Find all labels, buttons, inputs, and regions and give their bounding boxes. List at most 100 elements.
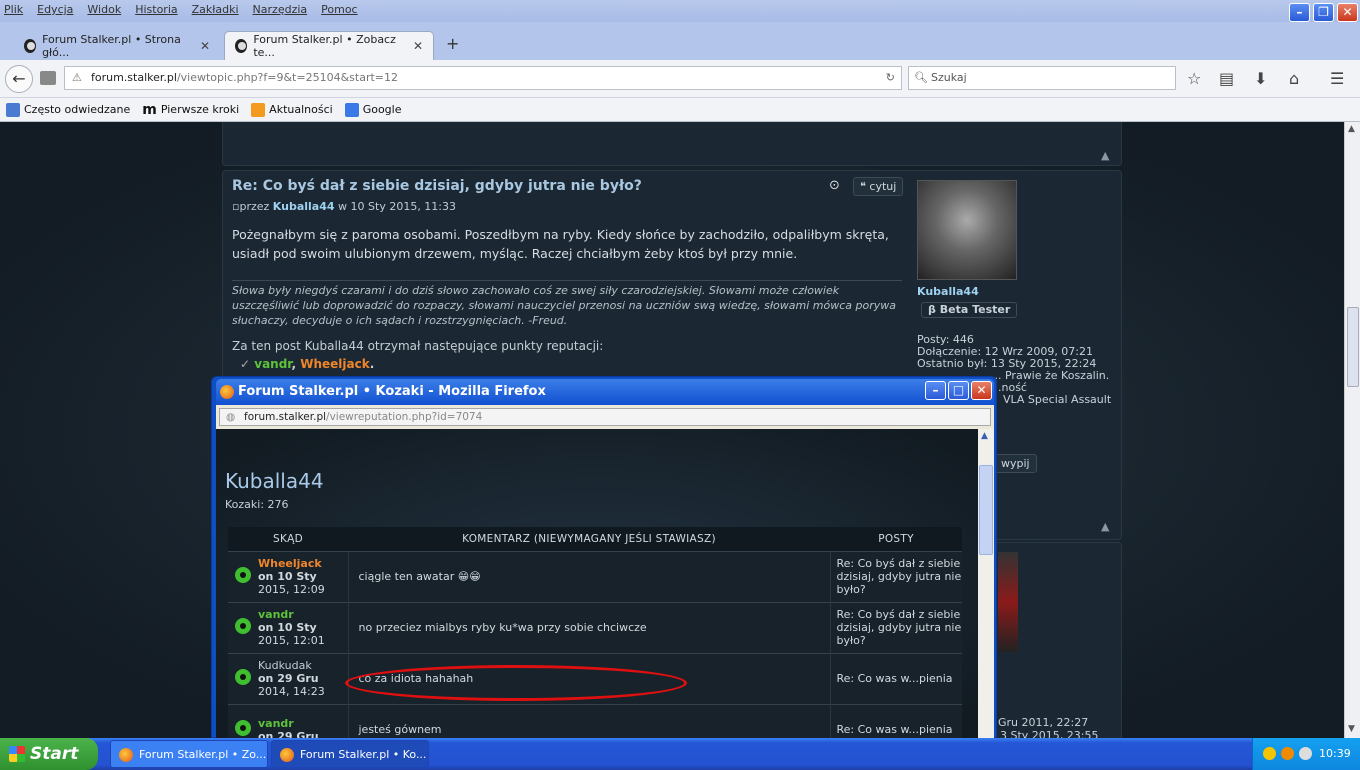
- page-scrollbar[interactable]: ▲ ▼: [1344, 122, 1360, 738]
- row-user-link[interactable]: Wheeljack: [258, 557, 348, 570]
- next-join-date: Gru 2011, 22:27: [998, 716, 1089, 729]
- popup-titlebar: Forum Stalker.pl • Kozaki - Mozilla Fire…: [216, 379, 994, 405]
- row-post-link[interactable]: Re: Co was w...pienia: [830, 703, 962, 739]
- system-tray: 10:39: [1252, 738, 1360, 770]
- wypij-button[interactable]: wypij: [994, 454, 1037, 473]
- report-icon[interactable]: ⊙: [829, 178, 840, 193]
- rep-user-link[interactable]: Wheeljack: [300, 357, 369, 371]
- red-highlight-ellipse: [345, 665, 687, 701]
- row-user-link[interactable]: vandr: [258, 717, 348, 730]
- url-host: forum.stalker.pl: [91, 71, 177, 84]
- hamburger-menu-icon[interactable]: ☰: [1330, 69, 1344, 88]
- header-skad: SKĄD: [228, 527, 348, 551]
- table-row: vandr on 10 Sty 2015, 12:01 no przeciez mi…: [228, 601, 962, 653]
- maximize-button[interactable]: ❐: [1313, 3, 1334, 22]
- kozaki-count: Kozaki: 276: [225, 498, 289, 511]
- thumb-icon: ✓: [240, 357, 251, 371]
- row-comment: no przeciez mialbys ryby ku*wa przy sobi…: [348, 601, 831, 653]
- search-input[interactable]: 🔍︎ Szukaj: [908, 66, 1176, 90]
- tab-zobacz-temat[interactable]: Forum Stalker.pl • Zobacz te... ✕: [224, 31, 434, 60]
- radiation-favicon-icon: [235, 39, 248, 53]
- menu-plik[interactable]: Plik: [4, 3, 23, 16]
- reputation-table: SKĄD KOMENTARZ (NIEWYMAGANY JEŚLI STAWIA…: [228, 527, 962, 739]
- popup-scrollbar[interactable]: ▲: [978, 429, 994, 739]
- rep-user-link[interactable]: vandr: [254, 357, 291, 371]
- menu-pomoc[interactable]: Pomoc: [321, 3, 357, 16]
- radiation-favicon-icon: [24, 38, 37, 53]
- quote-button[interactable]: ❝ cytuj: [853, 177, 904, 196]
- radiation-icon: [235, 618, 251, 634]
- row-comment: jesteś gównem: [348, 703, 831, 739]
- minimize-button[interactable]: –: [1289, 3, 1310, 22]
- menu-zakladki[interactable]: Zakładki: [192, 3, 239, 16]
- popup-scrollbar-thumb[interactable]: [979, 465, 993, 555]
- tab-strip: Forum Stalker.pl • Strona głó... ✕ Forum…: [0, 22, 1360, 60]
- post-body: Pożegnałbym się z paroma osobami. Poszed…: [232, 227, 889, 261]
- history-icon[interactable]: [40, 71, 56, 85]
- row-user-link[interactable]: Kudkudak: [258, 659, 348, 672]
- close-tab-icon[interactable]: ✕: [200, 39, 210, 53]
- close-window-button[interactable]: ✕: [1337, 3, 1358, 22]
- rss-icon: [251, 102, 266, 117]
- post-author-link[interactable]: Kuballa44: [273, 200, 335, 213]
- popup-minimize-button[interactable]: –: [925, 381, 946, 400]
- tab-strona-glowna[interactable]: Forum Stalker.pl • Strona głó... ✕: [14, 31, 220, 60]
- google-icon: [344, 102, 359, 117]
- search-placeholder: Szukaj: [931, 71, 967, 84]
- volume-icon[interactable]: [1299, 747, 1312, 760]
- table-row: Wheeljack on 10 Sty 2015, 12:09 ciągle ten…: [228, 550, 962, 602]
- taskbar: Start Forum Stalker.pl • Zo... Forum Sta…: [0, 738, 1360, 770]
- bookmark-pierwsze-kroki[interactable]: m Pierwsze kroki: [142, 102, 239, 118]
- home-icon[interactable]: ⌂: [1289, 69, 1299, 88]
- taskbar-item-zobacz[interactable]: Forum Stalker.pl • Zo...: [110, 740, 268, 768]
- nav-bar: ← ⚠ forum.stalker.pl/viewtopic.php?f=9&t…: [0, 60, 1360, 98]
- header-komentarz: KOMENTARZ (NIEWYMAGANY JEŚLI STAWIASZ): [348, 527, 830, 551]
- bookmark-google[interactable]: Google: [344, 102, 401, 117]
- popup-close-button[interactable]: ✕: [971, 381, 992, 400]
- new-tab-icon[interactable]: +: [446, 34, 459, 53]
- reputation-text: Za ten post Kuballa44 otrzymał następują…: [232, 339, 604, 353]
- avast-icon[interactable]: [1281, 747, 1294, 760]
- menu-narzedzia[interactable]: Narzędzia: [253, 3, 308, 16]
- post-meta: ▫przez Kuballa44 w 10 Sty 2015, 11:33: [232, 200, 457, 213]
- bookmark-czesto-odwiedzane[interactable]: Często odwiedzane: [6, 102, 130, 117]
- menu-historia[interactable]: Historia: [135, 3, 177, 16]
- scroll-top-icon[interactable]: ▲: [1101, 520, 1109, 533]
- bookmark-star-icon[interactable]: ☆: [1187, 69, 1201, 88]
- close-tab-icon[interactable]: ✕: [413, 39, 423, 53]
- popup-url-bar: ◍ forum.stalker.pl/viewreputation.php?id…: [216, 405, 994, 429]
- tab-label: Forum Stalker.pl • Zobacz te...: [253, 33, 396, 59]
- row-post-link[interactable]: Re: Co byś dał z siebie dzisiaj, gdyby j…: [830, 550, 962, 602]
- downloads-icon[interactable]: ⬇: [1254, 69, 1267, 88]
- reload-icon[interactable]: ↻: [886, 67, 895, 89]
- avatar[interactable]: [917, 180, 1017, 280]
- reputation-popup-window: Forum Stalker.pl • Kozaki - Mozilla Fire…: [211, 376, 997, 739]
- popup-url-host: forum.stalker.pl: [244, 411, 327, 423]
- back-button[interactable]: ←: [5, 65, 33, 93]
- row-post-link[interactable]: Re: Co byś dał z siebie dzisiaj, gdyby j…: [830, 601, 962, 653]
- popup-maximize-button[interactable]: □: [948, 381, 969, 400]
- warning-icon: ⚠: [72, 71, 82, 84]
- bookmarks-list-icon[interactable]: ▤: [1219, 69, 1234, 88]
- post-title[interactable]: Re: Co byś dał z siebie dzisiaj, gdyby j…: [232, 178, 642, 194]
- menu-widok[interactable]: Widok: [87, 3, 121, 16]
- bookmark-aktualnosci[interactable]: Aktualności: [251, 102, 333, 117]
- tab-label: Forum Stalker.pl • Strona głó...: [42, 32, 181, 59]
- rank-badge: β Beta Tester: [921, 302, 1018, 318]
- taskbar-item-kozaki[interactable]: Forum Stalker.pl • Ko...: [271, 740, 429, 768]
- browser-titlebar: Plik Edycja Widok Historia Zakładki Narz…: [0, 0, 1360, 22]
- folder-icon: [6, 102, 20, 117]
- radiation-icon: [235, 720, 251, 737]
- scrollbar-thumb[interactable]: [1347, 307, 1359, 387]
- radiation-icon: [235, 669, 251, 685]
- url-bar[interactable]: ⚠ forum.stalker.pl/viewtopic.php?f=9&t=2…: [64, 66, 902, 90]
- scroll-top-icon[interactable]: ▲: [1101, 149, 1109, 162]
- reputation-users: ✓ vandr, Wheeljack.: [240, 357, 375, 371]
- row-post-link[interactable]: Re: Co was w...pienia: [830, 652, 962, 704]
- shield-icon[interactable]: [1263, 747, 1276, 760]
- row-user-link[interactable]: vandr: [258, 608, 348, 621]
- menu-edycja[interactable]: Edycja: [37, 3, 73, 16]
- start-button[interactable]: Start: [0, 738, 98, 770]
- sidebar-author-name[interactable]: Kuballa44: [917, 286, 1111, 298]
- row-comment: ciągle ten awatar 😁😁: [348, 550, 831, 602]
